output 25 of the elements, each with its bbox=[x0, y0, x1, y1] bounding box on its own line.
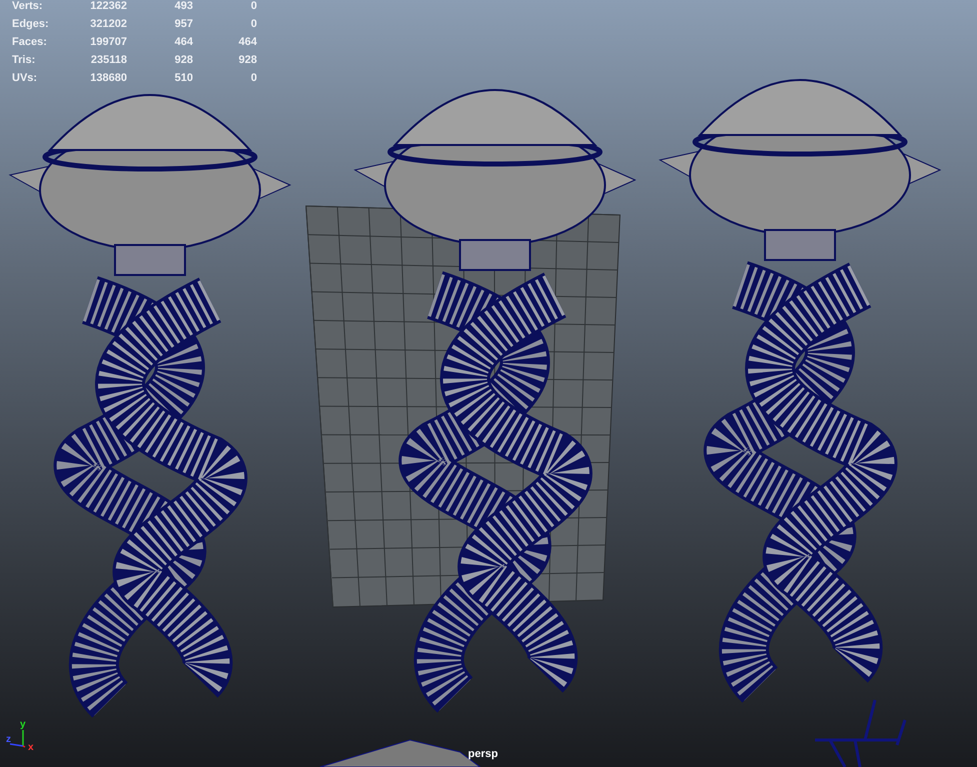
stat-label: Faces: bbox=[12, 36, 48, 48]
stat-label: UVs: bbox=[12, 72, 38, 84]
axis-label: y bbox=[20, 720, 26, 730]
stat-value: 510 bbox=[174, 72, 193, 84]
stat-value: 464 bbox=[174, 36, 193, 48]
stat-value: 464 bbox=[238, 36, 257, 48]
stat-label: Edges: bbox=[12, 18, 50, 30]
stat-value: 957 bbox=[174, 18, 193, 30]
camera-label: persp bbox=[468, 748, 498, 760]
3d-viewport[interactable]: Verts: 122362 493 0 Edges: 321202 957 0 Faces: 199707 464 464 Tris: 235118 928 928 UVs: 138680 510 0 y z x persp bbox=[0, 0, 977, 767]
stat-value: 493 bbox=[174, 0, 193, 12]
stat-value: 122362 bbox=[89, 0, 127, 12]
stat-value: 235118 bbox=[90, 54, 127, 66]
stat-value: 0 bbox=[250, 72, 257, 84]
stat-value: 199707 bbox=[89, 36, 127, 48]
axis-label: x bbox=[28, 743, 34, 753]
stat-value: 0 bbox=[250, 0, 257, 12]
stat-value: 928 bbox=[174, 54, 193, 66]
stat-value: 138680 bbox=[89, 72, 127, 84]
stat-value: 321202 bbox=[89, 18, 127, 30]
stat-label: Tris: bbox=[12, 54, 36, 66]
stat-label: Verts: bbox=[12, 0, 44, 12]
stat-value: 928 bbox=[238, 54, 257, 66]
axis-label: z bbox=[6, 735, 11, 745]
stat-value: 0 bbox=[250, 18, 257, 30]
